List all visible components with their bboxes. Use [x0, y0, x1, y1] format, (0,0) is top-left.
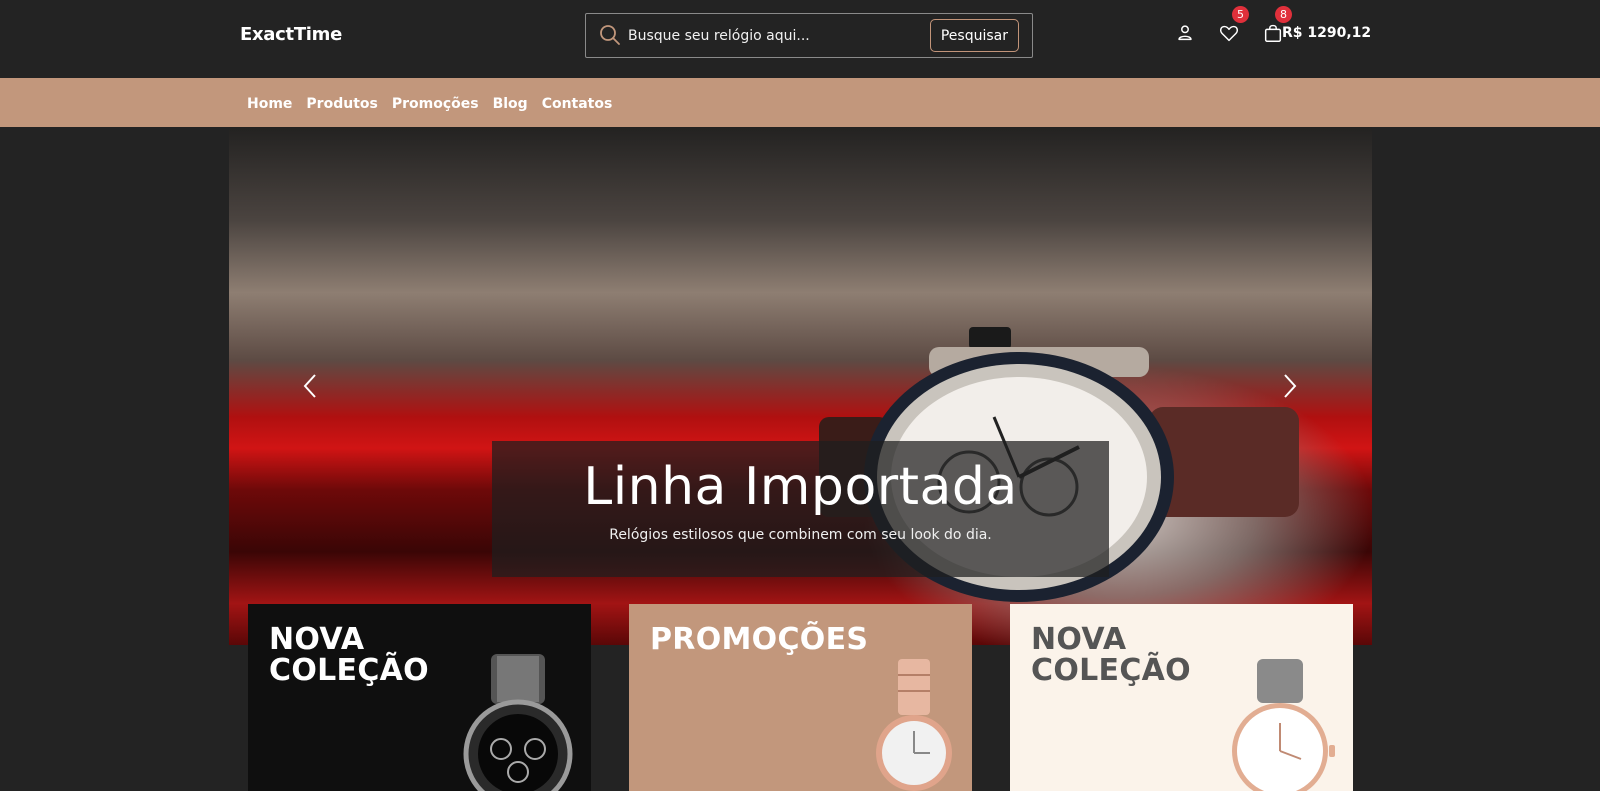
card-title: NOVA COLEÇÃO: [269, 622, 429, 688]
watch-image-rose-gold: [876, 659, 952, 791]
chevron-right-icon[interactable]: [1275, 367, 1303, 405]
heart-icon: [1219, 25, 1239, 42]
category-card-nova-colecao-light[interactable]: NOVA COLEÇÃO: [1010, 604, 1353, 791]
card-title: NOVA COLEÇÃO: [1031, 622, 1191, 688]
hero-title: Linha Importada: [583, 457, 1018, 517]
hero-caption: Linha Importada Relógios estilosos que c…: [492, 441, 1109, 577]
nav-item-home[interactable]: Home: [247, 96, 292, 112]
user-icon: [1178, 25, 1192, 41]
nav-item-promocoes[interactable]: Promoções: [392, 96, 479, 112]
card-title: PROMOÇÕES: [650, 622, 869, 657]
site-header: ExactTime Pesquisar 5 8 R$ 1290,12: [0, 0, 1600, 78]
category-card-promocoes[interactable]: PROMOÇÕES: [629, 604, 972, 791]
category-card-nova-colecao-dark[interactable]: NOVA COLEÇÃO: [248, 604, 591, 791]
search-button[interactable]: Pesquisar: [929, 19, 1019, 52]
nav-item-blog[interactable]: Blog: [493, 96, 528, 112]
account-button[interactable]: [1174, 22, 1196, 44]
search-bar: Pesquisar: [585, 13, 1033, 58]
hero-subtitle: Relógios estilosos que combinem com seu …: [609, 527, 992, 543]
wishlist-count-badge: 5: [1232, 6, 1249, 23]
search-input[interactable]: [628, 24, 908, 48]
nav-item-contatos[interactable]: Contatos: [542, 96, 613, 112]
nav-item-produtos[interactable]: Produtos: [306, 96, 377, 112]
watch-image-black: [463, 654, 573, 791]
hero-carousel: Linha Importada Relógios estilosos que c…: [229, 127, 1372, 645]
cart-button[interactable]: 8: [1262, 6, 1292, 44]
site-logo[interactable]: ExactTime: [240, 24, 342, 45]
search-icon: [600, 25, 620, 45]
main-nav: Home Produtos Promoções Blog Contatos: [0, 78, 1600, 127]
chevron-left-icon[interactable]: [297, 367, 325, 405]
watch-image-grey-strap: [1232, 659, 1335, 791]
wishlist-button[interactable]: 5: [1218, 6, 1249, 44]
cart-total[interactable]: R$ 1290,12: [1282, 25, 1371, 41]
shopping-bag-icon: [1264, 24, 1282, 42]
cart-count-badge: 8: [1275, 6, 1292, 23]
